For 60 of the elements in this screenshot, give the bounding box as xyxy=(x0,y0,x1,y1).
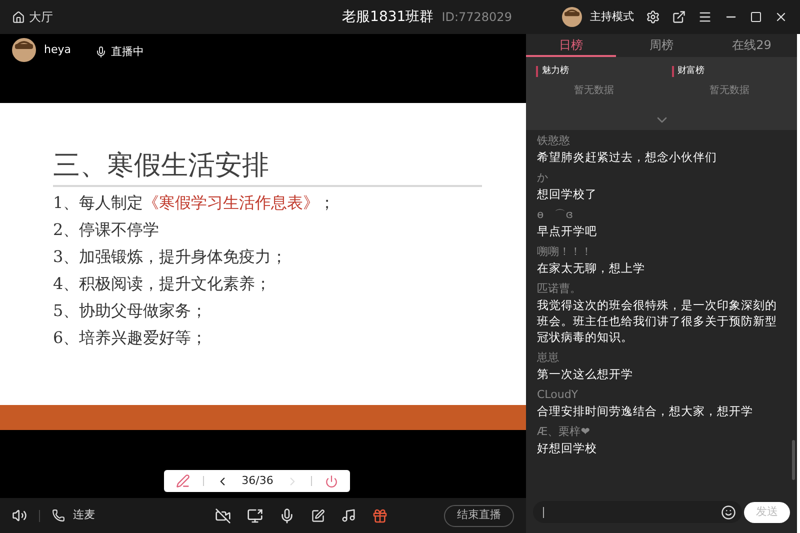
ranking-title: 财富榜 xyxy=(672,66,704,77)
ranking-tab[interactable]: 在线29 xyxy=(706,34,797,57)
pen-icon[interactable] xyxy=(176,474,190,488)
link-mic-label[interactable]: 连麦 xyxy=(73,507,95,524)
end-live-button[interactable]: 结束直播 xyxy=(444,504,514,526)
microphone-icon xyxy=(95,46,107,58)
phone-icon[interactable] xyxy=(52,509,65,522)
slide-list-item: 5、协助父母做家务； xyxy=(53,300,208,322)
microphone-icon[interactable] xyxy=(279,508,295,524)
ranking-tab[interactable]: 周榜 xyxy=(616,34,707,57)
settings-icon[interactable] xyxy=(646,10,660,24)
chat-message: 好想回学校 xyxy=(537,440,598,456)
slide-list-item: 1、每人制定《寒假学习生活作息表》； xyxy=(53,192,336,214)
chat-username: 铁憨憨 xyxy=(537,133,571,149)
chat-message: 希望肺炎赶紧过去，想念小伙伴们 xyxy=(537,149,718,165)
chat-username: 匹诺曹。 xyxy=(537,281,582,297)
avatar-icon xyxy=(562,7,582,27)
gift-icon[interactable] xyxy=(372,508,388,524)
emoji-icon[interactable] xyxy=(721,504,736,520)
screen-share-icon[interactable] xyxy=(247,508,263,524)
chat-message: 想回学校了 xyxy=(537,186,598,202)
live-status: 直播中 xyxy=(111,44,144,60)
camera-off-icon[interactable] xyxy=(215,508,231,524)
slide-list-item: 4、积极阅读，提升文化素养； xyxy=(53,273,272,295)
chat-username: 嗍嗍！！！ xyxy=(537,244,593,260)
chat-username: ɵ ⌒ɞ xyxy=(537,207,574,223)
chat-message: 在家太无聊，想上学 xyxy=(537,260,646,276)
host-name: heya xyxy=(44,42,71,58)
chat-username: Æ、栗梓❤ xyxy=(537,424,591,440)
page-counter: 36/36 xyxy=(242,472,274,489)
power-icon[interactable] xyxy=(324,474,338,488)
chat-input-field[interactable] xyxy=(533,501,742,523)
window-title: 老服1831班群 xyxy=(342,8,434,26)
edit-icon[interactable] xyxy=(311,508,325,522)
lobby-link[interactable]: 大厅 xyxy=(29,8,53,26)
popout-icon[interactable] xyxy=(672,10,686,24)
chat-username: 崽崽 xyxy=(537,350,560,366)
slide-list-item: 3、加强锻炼，提升身体免疫力； xyxy=(53,246,288,268)
chat-message: 合理安排时间劳逸结合，想大家，想开学 xyxy=(537,403,754,419)
chat-message: 我觉得这次的班会很特殊，是一次印象深刻的班会。班主任也给我们讲了很多关于预防新型冠状病毒的知识。 xyxy=(537,297,778,345)
empty-state-text: 暂无数据 xyxy=(574,84,614,98)
slide-list-item: 6、培养兴趣爱好等； xyxy=(53,327,208,349)
chat-message: 早点开学吧 xyxy=(537,223,598,239)
close-icon[interactable] xyxy=(774,10,788,24)
avatar-icon xyxy=(12,38,36,62)
chat-username: CLoudY xyxy=(537,387,580,403)
empty-state-text: 暂无数据 xyxy=(709,84,750,98)
ranking-title: 魅力榜 xyxy=(536,66,569,77)
menu-icon[interactable] xyxy=(698,10,712,24)
scrollbar[interactable] xyxy=(792,440,795,480)
slide-heading: 三、寒假生活安排 xyxy=(53,149,482,187)
speaker-icon[interactable] xyxy=(12,508,27,523)
maximize-icon[interactable] xyxy=(750,11,762,23)
chat-username: か xyxy=(537,170,549,186)
slide-list-item: 2、停课不停学 xyxy=(53,219,160,241)
home-icon[interactable] xyxy=(12,10,25,24)
music-icon[interactable] xyxy=(341,508,356,523)
room-id: ID:7728029 xyxy=(442,9,512,26)
chat-message: 第一次这么想开学 xyxy=(537,366,634,382)
mode-label[interactable]: 主持模式 xyxy=(590,8,634,26)
